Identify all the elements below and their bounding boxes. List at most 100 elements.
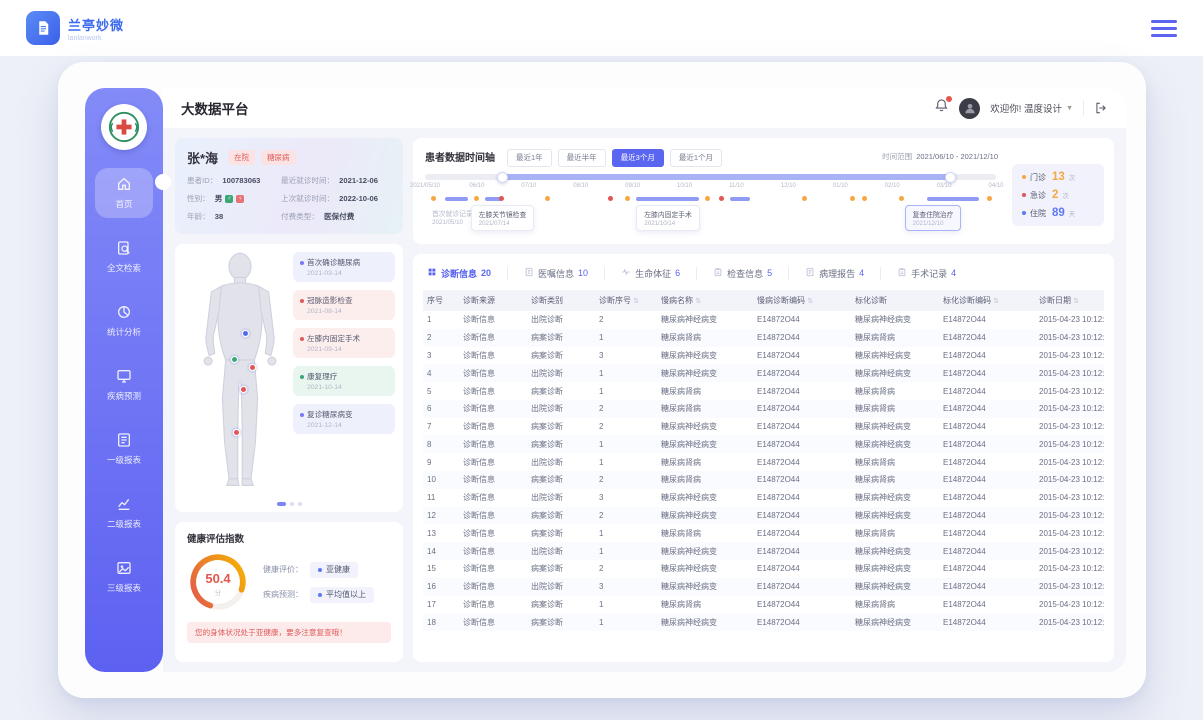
emergency-visit-dot[interactable] [719, 196, 724, 201]
table-cell: 糖尿病肾病 [657, 596, 753, 614]
outpatient-visit-dot[interactable] [625, 196, 630, 201]
outpatient-visit-dot[interactable] [431, 196, 436, 201]
table-row[interactable]: 10诊断信息病案诊断2糖尿病肾病E14872O44糖尿病肾病E14872O442… [423, 471, 1104, 489]
timeline-filter-button[interactable]: 最近1年 [507, 149, 552, 167]
outpatient-visit-dot[interactable] [545, 196, 550, 201]
timeline-filter-button[interactable]: 最近半年 [558, 149, 606, 167]
field-value: 医保付费 [324, 211, 354, 222]
table-row[interactable]: 11诊断信息出院诊断3糖尿病神经病变E14872O44糖尿病神经病变E14872… [423, 489, 1104, 507]
timeline-event-tooltip[interactable]: 复查住院治疗2021/12/10 [905, 205, 962, 231]
tab-5[interactable]: 病理报告4 [789, 267, 881, 280]
medical-event-card[interactable]: 复诊糖尿病变2021-12-14 [293, 404, 395, 434]
table-row[interactable]: 15诊断信息病案诊断2糖尿病神经病变E14872O44糖尿病神经病变E14872… [423, 560, 1104, 578]
column-header[interactable]: 慢病名称 ⇅ [657, 290, 753, 311]
slider-selected-range[interactable] [502, 174, 950, 180]
outpatient-visit-dot[interactable] [899, 196, 904, 201]
sidebar-item-1[interactable]: 首页 [95, 168, 153, 218]
table-row[interactable]: 7诊断信息病案诊断2糖尿病神经病变E14872O44糖尿病神经病变E14872O… [423, 418, 1104, 436]
sort-icon[interactable]: ⇅ [633, 298, 639, 305]
logout-button[interactable] [1094, 101, 1108, 115]
sidebar-item-6[interactable]: 二级报表 [95, 488, 153, 538]
table-row[interactable]: 6诊断信息出院诊断2糖尿病肾病E14872O44糖尿病肾病E14872O4420… [423, 400, 1104, 418]
emergency-visit-dot[interactable] [608, 196, 613, 201]
user-menu[interactable]: 欢迎你! 温度设计 ▼ [990, 101, 1073, 115]
outpatient-visit-dot[interactable] [987, 196, 992, 201]
hospitalization-bar[interactable] [636, 197, 699, 201]
hospital-logo[interactable] [101, 104, 147, 150]
sidebar-item-2[interactable]: 全文检索 [95, 232, 153, 282]
tab-1[interactable]: 诊断信息20 [423, 267, 508, 280]
timeline-tick-label: 09/10 [625, 183, 640, 189]
field-label: 付费类型： [281, 211, 319, 222]
column-header[interactable]: 标化诊断编码 ⇅ [939, 290, 1035, 311]
indicator-value-pill: 平均值以上 [310, 587, 374, 603]
pagination-dot[interactable] [290, 502, 294, 506]
avatar[interactable] [959, 98, 980, 119]
hospital-emblem-icon [107, 110, 141, 144]
tab-6[interactable]: 手术记录4 [881, 267, 972, 280]
timeline-event-tooltip[interactable]: 左膝关节镜检查2021/07/14 [471, 205, 535, 231]
outpatient-visit-dot[interactable] [474, 196, 479, 201]
table-row[interactable]: 3诊断信息病案诊断3糖尿病神经病变E14872O44糖尿病神经病变E14872O… [423, 347, 1104, 365]
column-header[interactable]: 慢病诊断编码 ⇅ [753, 290, 851, 311]
hospitalization-bar[interactable] [730, 197, 750, 201]
column-header[interactable]: 诊断日期 ⇅ [1035, 290, 1104, 311]
notification-bell-icon[interactable] [934, 98, 949, 118]
table-row[interactable]: 13诊断信息病案诊断1糖尿病肾病E14872O44糖尿病肾病E14872O442… [423, 524, 1104, 542]
sidebar-item-3[interactable]: 统计分析 [95, 296, 153, 346]
slider-handle-left[interactable] [497, 172, 508, 183]
table-row[interactable]: 5诊断信息病案诊断1糖尿病肾病E14872O44糖尿病肾病E14872O4420… [423, 382, 1104, 400]
outpatient-visit-dot[interactable] [705, 196, 710, 201]
outpatient-visit-dot[interactable] [802, 196, 807, 201]
tab-count: 20 [481, 268, 491, 278]
emergency-visit-dot[interactable] [499, 196, 504, 201]
sidebar-item-4[interactable]: 疾病预测 [95, 360, 153, 410]
table-row[interactable]: 2诊断信息病案诊断1糖尿病肾病E14872O44糖尿病肾病E14872O4420… [423, 329, 1104, 347]
sort-icon[interactable]: ⇅ [695, 298, 701, 305]
table-cell: E14872O44 [939, 471, 1035, 489]
sidebar-item-7[interactable]: 三级报表 [95, 552, 153, 602]
table-cell: 18 [423, 613, 459, 631]
timeline-event-tooltip[interactable]: 左膝内固定手术2021/10/14 [636, 205, 700, 231]
medical-event-card[interactable]: 冠脉造影检查2021-08-14 [293, 290, 395, 320]
medical-event-card[interactable]: 首次确诊糖尿病2021-03-14 [293, 252, 395, 282]
hospitalization-bar[interactable] [927, 197, 978, 201]
hospitalization-bar[interactable] [445, 197, 468, 201]
tab-4[interactable]: 检查信息5 [697, 267, 789, 280]
sort-icon[interactable]: ⇅ [1073, 298, 1079, 305]
table-cell: 诊断信息 [459, 453, 527, 471]
hamburger-menu-icon[interactable] [1151, 16, 1177, 41]
table-cell: 6 [423, 400, 459, 418]
brand-logo-icon [26, 11, 60, 45]
tab-3[interactable]: 生命体征6 [605, 267, 697, 280]
table-row[interactable]: 17诊断信息病案诊断1糖尿病肾病E14872O44糖尿病肾病E14872O442… [423, 596, 1104, 614]
pagination-dot[interactable] [298, 502, 302, 506]
table-row[interactable]: 1诊断信息出院诊断2糖尿病神经病变E14872O44糖尿病神经病变E14872O… [423, 311, 1104, 329]
sort-icon[interactable]: ⇅ [807, 298, 813, 305]
table-row[interactable]: 12诊断信息病案诊断2糖尿病神经病变E14872O44糖尿病神经病变E14872… [423, 507, 1104, 525]
outpatient-visit-dot[interactable] [862, 196, 867, 201]
table-row[interactable]: 18诊断信息病案诊断1糖尿病神经病变E14872O44糖尿病神经病变E14872… [423, 613, 1104, 631]
body-marker-dot[interactable] [240, 386, 247, 393]
table-row[interactable]: 4诊断信息出院诊断1糖尿病神经病变E14872O44糖尿病神经病变E14872O… [423, 364, 1104, 382]
table-row[interactable]: 16诊断信息出院诊断3糖尿病神经病变E14872O44糖尿病神经病变E14872… [423, 578, 1104, 596]
table-row[interactable]: 9诊断信息出院诊断1糖尿病肾病E14872O44糖尿病肾病E14872O4420… [423, 453, 1104, 471]
medical-event-card[interactable]: 康复理疗2021-10-14 [293, 366, 395, 396]
table-cell: 2 [595, 560, 657, 578]
sort-icon[interactable]: ⇅ [993, 298, 999, 305]
table-row[interactable]: 14诊断信息出院诊断1糖尿病神经病变E14872O44糖尿病神经病变E14872… [423, 542, 1104, 560]
medical-event-card[interactable]: 左膝内固定手术2021-09-14 [293, 328, 395, 358]
brand-logo[interactable]: 兰亭妙微 lanlanwork [26, 11, 124, 45]
timeline-filter-button[interactable]: 最近1个月 [670, 149, 722, 167]
table-row[interactable]: 8诊断信息病案诊断1糖尿病神经病变E14872O44糖尿病神经病变E14872O… [423, 435, 1104, 453]
column-header[interactable]: 诊断序号 ⇅ [595, 290, 657, 311]
tab-2[interactable]: 医嘱信息10 [508, 267, 605, 280]
table-cell: 1 [423, 311, 459, 329]
body-marker-dot[interactable] [233, 429, 240, 436]
timeline-slider[interactable] [425, 174, 996, 180]
outpatient-visit-dot[interactable] [850, 196, 855, 201]
sidebar-item-5[interactable]: 一级报表 [95, 424, 153, 474]
timeline-filter-button[interactable]: 最近3个月 [612, 149, 664, 167]
slider-handle-right[interactable] [945, 172, 956, 183]
pagination-dot[interactable] [277, 502, 286, 506]
